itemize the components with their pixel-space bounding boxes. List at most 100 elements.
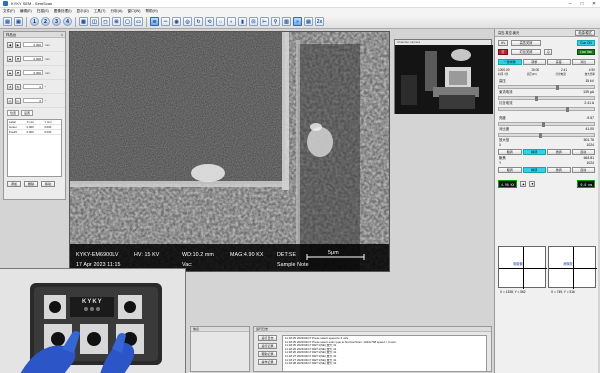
- arrow-up-icon[interactable]: ▲: [7, 55, 13, 62]
- move-position-button[interactable]: 移动: [41, 181, 56, 187]
- beam-shift-pad[interactable]: 电磁偏: [498, 246, 547, 289]
- contrast-slider[interactable]: [498, 133, 595, 138]
- grid-icon[interactable]: ▥: [282, 17, 291, 26]
- stage-r-value[interactable]: 0: [23, 84, 43, 89]
- log-run-button[interactable]: 运行日志: [258, 335, 277, 341]
- menu-analysis[interactable]: 分析(A): [111, 9, 123, 14]
- arrow-up-icon[interactable]: ▲: [520, 181, 527, 187]
- table-icon[interactable]: ▤: [304, 17, 313, 26]
- table-row[interactable]: Pos#1 0.000 0.000: [8, 130, 61, 135]
- contrast-icon[interactable]: ◐: [227, 17, 236, 26]
- menu-display[interactable]: 显示(D): [77, 9, 89, 14]
- preset-1-button[interactable]: 1: [30, 17, 39, 26]
- scan-mode-icon[interactable]: ≋: [150, 17, 159, 26]
- arrow-down-icon[interactable]: ▼: [15, 55, 21, 62]
- spot-icon[interactable]: ◉: [172, 17, 181, 26]
- measure-icon[interactable]: ⊢: [260, 17, 269, 26]
- step-coarse[interactable]: 粗调: [498, 149, 522, 155]
- zoom-icon[interactable]: ⚲: [271, 17, 280, 26]
- tab-one-click[interactable]: 一键成像: [498, 59, 522, 65]
- gun-on-button[interactable]: Gun ON: [577, 40, 595, 46]
- rotate-cw-icon[interactable]: ↻: [15, 83, 21, 90]
- stage-t-value[interactable]: 0: [23, 98, 43, 103]
- stage-x-value[interactable]: 0.000: [23, 42, 43, 47]
- sem-image-view[interactable]: KYKY-EM6900LV HV: 15 KV WD:10.2 mm MAG:4…: [69, 31, 390, 272]
- step-fine[interactable]: 精调: [522, 167, 546, 173]
- filament-slider[interactable]: [498, 107, 595, 112]
- quad-view-icon[interactable]: ⊞: [112, 17, 121, 26]
- save-icon[interactable]: ▣: [14, 17, 23, 26]
- menu-window[interactable]: 窗口(W): [127, 9, 140, 14]
- slider-knob[interactable]: [535, 96, 539, 101]
- frame-icon[interactable]: ▢: [123, 17, 132, 26]
- arrow-down-icon[interactable]: ▼: [529, 181, 536, 187]
- maximize-button[interactable]: □: [576, 1, 588, 7]
- brightness-icon[interactable]: ☼: [216, 17, 225, 26]
- preset-2-button[interactable]: 2: [41, 17, 50, 26]
- menu-file[interactable]: 文件(F): [3, 9, 15, 14]
- menu-scan[interactable]: 扫描(S): [37, 9, 49, 14]
- slider-knob[interactable]: [565, 107, 569, 112]
- step-auto[interactable]: 自动: [571, 149, 595, 155]
- log-help-button[interactable]: 帮助记录: [258, 351, 277, 357]
- step-coarse[interactable]: 粗调: [498, 167, 522, 173]
- filament-state-button[interactable]: 灯丝关闭: [511, 49, 541, 55]
- step-auto[interactable]: 自动: [571, 167, 595, 173]
- tab-adjust[interactable]: 调整: [522, 59, 546, 65]
- stage-y-value[interactable]: 0.000: [23, 56, 43, 61]
- slider-knob[interactable]: [556, 85, 559, 90]
- focus-icon[interactable]: ◎: [183, 17, 192, 26]
- preset-3-button[interactable]: 3: [52, 17, 61, 26]
- stigmator-pad[interactable]: 消像散: [548, 246, 597, 289]
- arrow-down-icon[interactable]: ▼: [15, 69, 21, 76]
- split-view-icon[interactable]: ◫: [90, 17, 99, 26]
- tab-brightness[interactable]: 亮度: [547, 59, 571, 65]
- add-position-button[interactable]: 添加: [7, 181, 22, 187]
- menu-edit[interactable]: 编辑(E): [20, 9, 32, 14]
- menu-help[interactable]: 帮助(H): [145, 9, 157, 14]
- step-micro[interactable]: 微调: [547, 167, 571, 173]
- open-icon[interactable]: ▤: [3, 17, 12, 26]
- tab-contrast[interactable]: 对比: [571, 59, 595, 65]
- slider-knob[interactable]: [541, 122, 545, 127]
- log-operation-button[interactable]: 操作记录: [258, 359, 277, 365]
- line-scan-icon[interactable]: ═: [161, 17, 170, 26]
- tilt-icon[interactable]: ⟲: [205, 17, 214, 26]
- minimize-button[interactable]: –: [564, 1, 576, 7]
- preset-4-button[interactable]: 4: [63, 17, 72, 26]
- window-icon[interactable]: ▭: [134, 17, 143, 26]
- tilt-plus-icon[interactable]: ▷: [15, 97, 21, 104]
- hv-state-button[interactable]: 高压关闭: [511, 40, 541, 46]
- grid-view-icon[interactable]: ▦: [79, 17, 88, 26]
- stage-z-value[interactable]: 0.000: [23, 70, 43, 75]
- menu-tools[interactable]: 工具(T): [94, 9, 106, 14]
- beam-slider[interactable]: [498, 96, 595, 101]
- filament-button[interactable]: 灯丝: [498, 49, 508, 59]
- hv-button[interactable]: HV: [498, 40, 508, 46]
- arrow-right-icon[interactable]: ▶: [15, 41, 21, 48]
- log-list[interactable]: 11:18:25 2023/04/17 Press select speed t…: [282, 335, 487, 372]
- zoom-2x-button[interactable]: 2x: [315, 17, 324, 26]
- rotate-ccw-icon[interactable]: ↺: [7, 83, 13, 90]
- tab-settings[interactable]: 设置: [21, 110, 34, 116]
- arrow-left-icon[interactable]: ◀: [7, 41, 13, 48]
- query-button[interactable]: Q: [544, 49, 552, 55]
- brightness-slider[interactable]: [498, 122, 595, 127]
- step-fine[interactable]: 精调: [522, 149, 546, 155]
- menu-image[interactable]: 图像处理(I): [54, 9, 72, 14]
- hv-slider[interactable]: [498, 85, 595, 90]
- close-button[interactable]: ✕: [588, 1, 600, 7]
- delete-position-button[interactable]: 删除: [24, 181, 39, 187]
- fast-scan-icon[interactable]: »: [293, 17, 302, 26]
- rotate-icon[interactable]: ↻: [194, 17, 203, 26]
- power-mode-button[interactable]: 电源/模式: [575, 29, 595, 36]
- tilt-minus-icon[interactable]: ◁: [7, 97, 13, 104]
- step-micro[interactable]: 微调: [547, 149, 571, 155]
- tab-position[interactable]: 位置: [7, 110, 20, 116]
- arrow-up-icon[interactable]: ▲: [7, 69, 13, 76]
- slider-knob[interactable]: [538, 133, 542, 138]
- low-vac-button[interactable]: Low Vac: [577, 49, 595, 55]
- close-icon[interactable]: ×: [61, 32, 63, 37]
- histogram-icon[interactable]: ▮: [238, 17, 247, 26]
- log-record-button[interactable]: 运行记录: [258, 343, 277, 349]
